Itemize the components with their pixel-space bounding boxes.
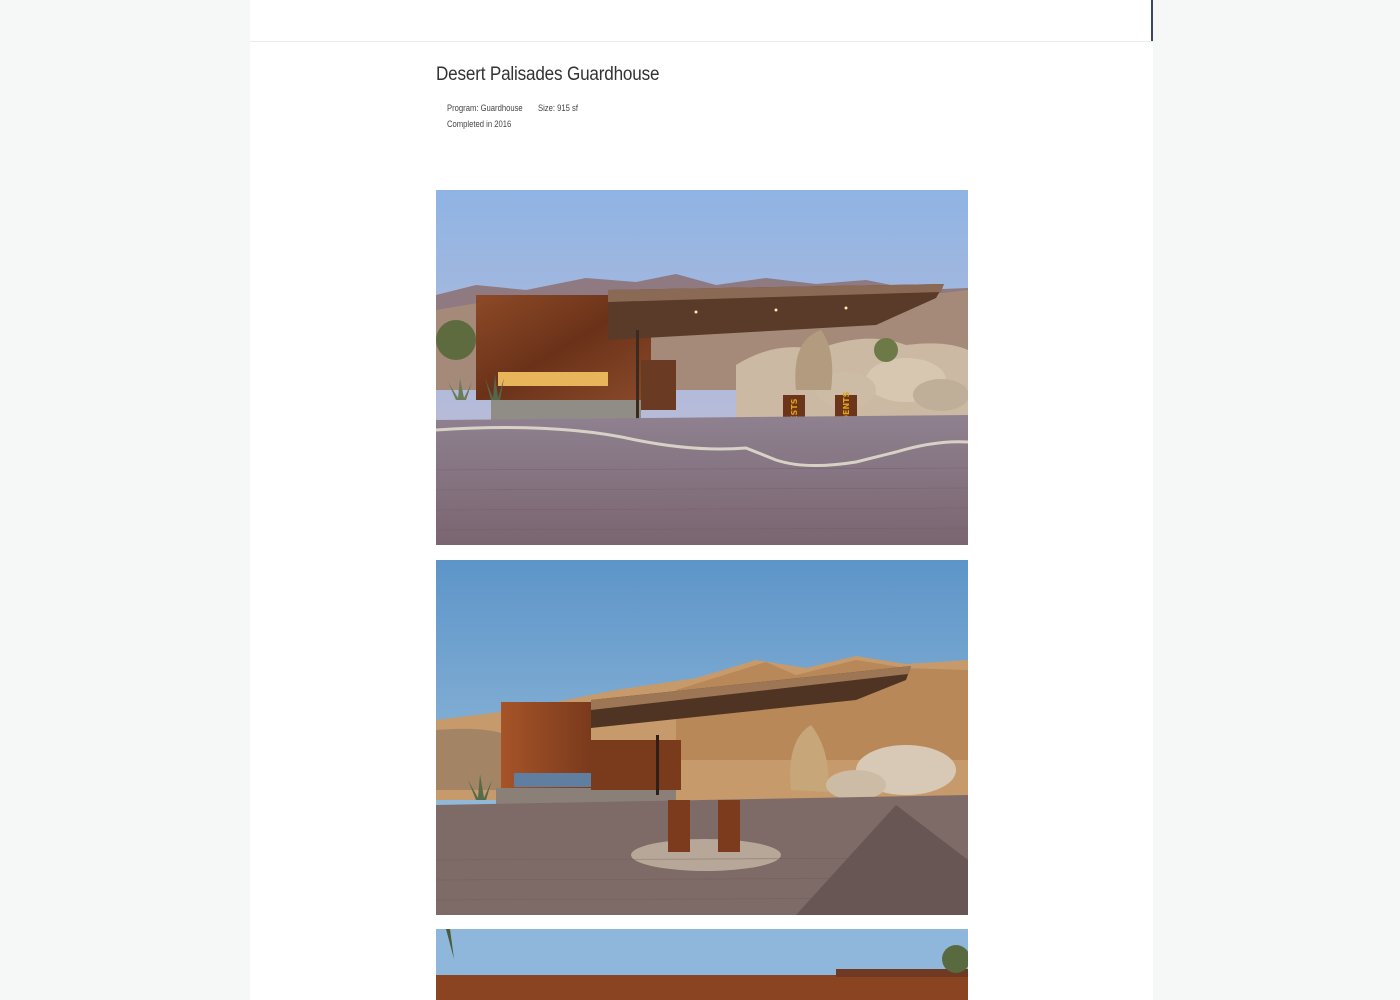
project-size: Size: 915 sf <box>538 103 578 113</box>
project-title: Desert Palisades Guardhouse <box>436 64 660 85</box>
project-program: Program: Guardhouse <box>447 103 523 113</box>
project-photo-2[interactable] <box>436 560 968 915</box>
content-panel: Desert Palisades Guardhouse Program: Gua… <box>250 0 1153 1000</box>
project-completed-year: Completed in 2016 <box>447 119 512 129</box>
scroll-indicator[interactable] <box>1151 0 1153 41</box>
top-header-bar <box>250 0 1153 42</box>
project-photo-3[interactable] <box>436 929 968 1000</box>
project-photo-1[interactable]: GUESTS RESIDENTS <box>436 190 968 545</box>
